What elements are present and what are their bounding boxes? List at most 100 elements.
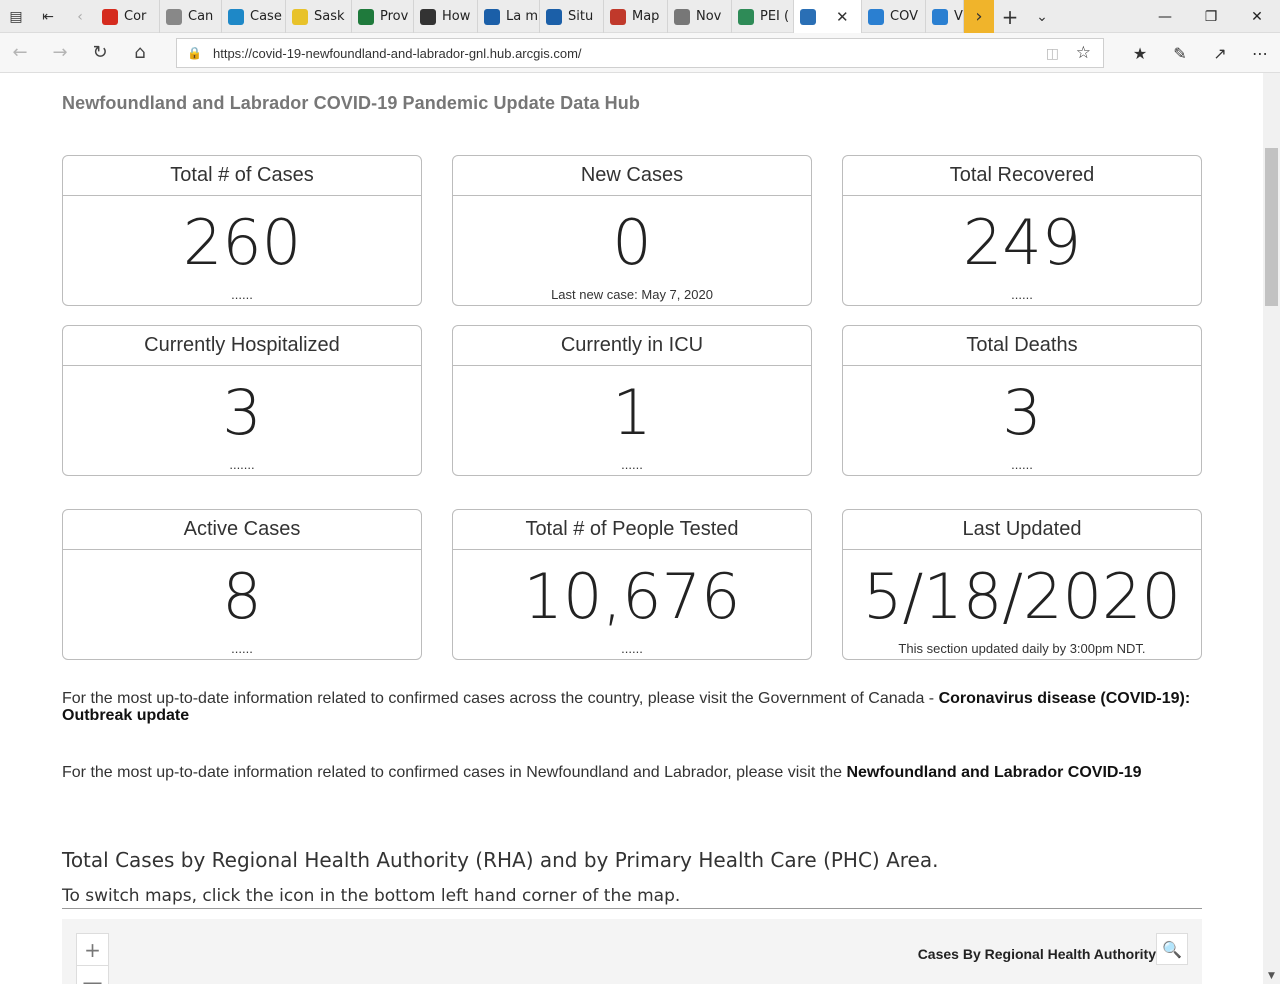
section-subtitle: To switch maps, click the icon in the bo… xyxy=(62,886,681,906)
tab-strip: Cor Can Case Sask Prov How La m Situ Map Nov PEI (… xyxy=(96,0,964,33)
stat-card-note: ...... xyxy=(231,287,253,302)
stat-card: Total # of Cases 260...... xyxy=(62,155,422,306)
stat-card: Total Deaths 3...... xyxy=(842,325,1202,476)
browser-tab[interactable]: Situ xyxy=(540,0,604,33)
browser-tab[interactable]: COV xyxy=(862,0,926,33)
stat-card-note: ...... xyxy=(1011,457,1033,472)
address-bar[interactable]: 🔒 https://covid-19-newfoundland-and-labr… xyxy=(176,38,1104,68)
tab-label: Sask xyxy=(314,9,345,24)
nl-info-paragraph: For the most up-to-date information rela… xyxy=(62,764,1152,781)
zoom-out-button[interactable]: — xyxy=(77,966,108,984)
scroll-tabs-left-icon[interactable]: ‹ xyxy=(64,0,96,33)
stat-card-note: ...... xyxy=(1011,287,1033,302)
scroll-down-icon[interactable]: ▼ xyxy=(1263,967,1280,984)
tab-label: V xyxy=(954,9,963,24)
tab-actions-icon[interactable]: ▤ xyxy=(0,0,32,33)
close-tab-icon[interactable]: ✕ xyxy=(836,8,849,26)
stat-card-title: Total Recovered xyxy=(843,156,1201,196)
browser-tab[interactable]: V xyxy=(926,0,964,33)
close-window-icon[interactable]: ✕ xyxy=(1234,0,1280,33)
stat-card-note: ....... xyxy=(229,457,255,472)
zoom-in-button[interactable]: + xyxy=(77,934,108,966)
stat-card: Total # of People Tested 10,676...... xyxy=(452,509,812,660)
stat-card-title: New Cases xyxy=(453,156,811,196)
stat-card-value: 0 xyxy=(612,206,652,279)
stat-card-title: Active Cases xyxy=(63,510,421,550)
browser-tab[interactable]: Nov xyxy=(668,0,732,33)
tab-label: How xyxy=(442,9,471,24)
browser-tab[interactable]: ✕ xyxy=(794,0,862,33)
browser-tab[interactable]: PEI ( xyxy=(732,0,794,33)
set-aside-tabs-icon[interactable]: ⇤ xyxy=(32,0,64,33)
page-icon xyxy=(166,8,182,25)
tab-label: COV xyxy=(890,9,918,24)
globe-icon xyxy=(800,8,816,25)
stat-card-title: Total # of Cases xyxy=(63,156,421,196)
arcgis-icon xyxy=(868,8,884,25)
tab-label: Map xyxy=(632,9,660,24)
stat-card-value: 3 xyxy=(222,376,262,449)
tab-label: La m xyxy=(506,9,539,24)
tab-label: PEI ( xyxy=(760,9,790,24)
browser-tab[interactable]: Prov xyxy=(352,0,414,33)
lock-icon[interactable]: 🔒 xyxy=(187,46,203,60)
back-icon[interactable]: ← xyxy=(0,33,40,73)
browser-tab[interactable]: Cor xyxy=(96,0,160,33)
share-icon[interactable]: ↗ xyxy=(1200,33,1240,73)
stat-card-title: Total Deaths xyxy=(843,326,1201,366)
wheat-icon xyxy=(292,8,308,25)
stat-card: Last Updated 5/18/2020 This section update… xyxy=(842,509,1202,660)
map-search-icon[interactable]: 🔍 xyxy=(1156,933,1188,965)
stat-card-title: Total # of People Tested xyxy=(453,510,811,550)
refresh-icon[interactable]: ↻ xyxy=(80,33,120,73)
browser-tab[interactable]: Can xyxy=(160,0,222,33)
restore-icon[interactable]: ❐ xyxy=(1188,0,1234,33)
globe-dark-icon xyxy=(420,8,436,25)
reading-view-icon[interactable]: ◫ xyxy=(1046,45,1059,62)
home-icon[interactable]: ⌂ xyxy=(120,33,160,73)
stat-card-value: 10,676 xyxy=(523,560,741,633)
nl-covid-link[interactable]: Newfoundland and Labrador COVID-19 xyxy=(846,764,1141,781)
new-tab-icon[interactable]: + xyxy=(994,0,1026,33)
stat-card-title: Currently Hospitalized xyxy=(63,326,421,366)
canada-info-paragraph: For the most up-to-date information rela… xyxy=(62,690,1202,724)
scroll-tabs-right-icon[interactable]: › xyxy=(964,0,994,33)
map-viewer[interactable]: + — Cases By Regional Health Authority 🔍 xyxy=(62,919,1202,984)
page-content: Newfoundland and Labrador COVID-19 Pande… xyxy=(0,73,1263,984)
page-scrollbar[interactable]: ▼ xyxy=(1263,73,1280,984)
pen-icon[interactable]: ✎ xyxy=(1160,33,1200,73)
stat-card-note: ...... xyxy=(231,641,253,656)
favorite-star-icon[interactable]: ☆ xyxy=(1076,43,1091,63)
stat-card-title: Currently in ICU xyxy=(453,326,811,366)
hub-title: Newfoundland and Labrador COVID-19 Pande… xyxy=(62,93,640,113)
browser-tab[interactable]: Sask xyxy=(286,0,352,33)
zoom-control: + — xyxy=(76,933,109,984)
more-icon[interactable]: ⋯ xyxy=(1240,33,1280,73)
map-title: Cases By Regional Health Authority xyxy=(917,946,1156,962)
scrollbar-thumb[interactable] xyxy=(1265,148,1278,306)
tab-label: Prov xyxy=(380,9,409,24)
forward-icon[interactable]: → xyxy=(40,33,80,73)
stat-card-value: 249 xyxy=(962,206,1082,279)
stat-card-value: 5/18/2020 xyxy=(863,560,1181,633)
stat-card: Currently in ICU 1...... xyxy=(452,325,812,476)
fleur-de-lis-icon xyxy=(546,8,562,25)
stat-card-value: 1 xyxy=(612,376,652,449)
browser-toolbar: ← → ↻ ⌂ 🔒 https://covid-19-newfoundland-… xyxy=(0,33,1280,73)
tab-list-chevron-icon[interactable]: ⌄ xyxy=(1026,0,1058,33)
island-icon xyxy=(738,8,754,25)
browser-tab-bar: ▤ ⇤ ‹ Cor Can Case Sask Prov How La m Situ Map No… xyxy=(0,0,1280,33)
url-text[interactable]: https://covid-19-newfoundland-and-labrad… xyxy=(213,46,582,61)
minimize-icon[interactable]: — xyxy=(1142,0,1188,33)
arcgis-icon xyxy=(932,8,948,25)
browser-tab[interactable]: Map xyxy=(604,0,668,33)
browser-tab[interactable]: How xyxy=(414,0,478,33)
canada-info-text: For the most up-to-date information rela… xyxy=(62,690,939,707)
browser-tab[interactable]: Case xyxy=(222,0,286,33)
browser-tab[interactable]: La m xyxy=(478,0,540,33)
map-pen-icon xyxy=(610,8,626,25)
stat-card-value: 3 xyxy=(1002,376,1042,449)
tab-label: Can xyxy=(188,9,214,24)
favorites-icon[interactable]: ★ xyxy=(1120,33,1160,73)
nl-info-text: For the most up-to-date information rela… xyxy=(62,764,847,781)
